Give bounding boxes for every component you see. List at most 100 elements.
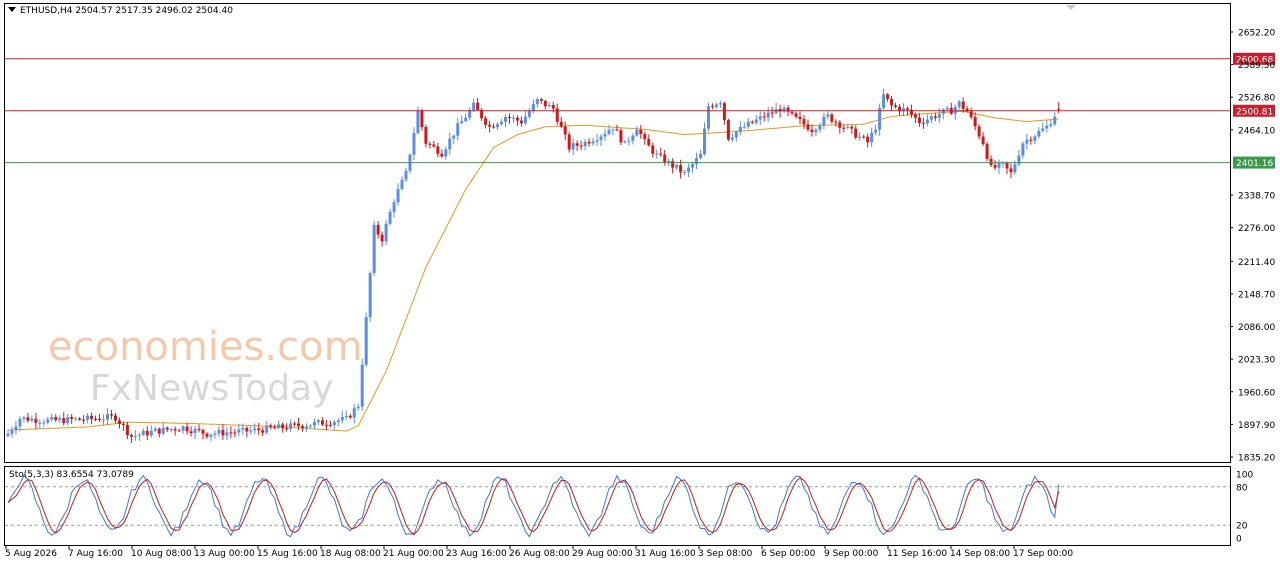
candle-body (233, 432, 237, 434)
candle (953, 104, 957, 120)
price-level-value: 2401.16 (1236, 159, 1273, 169)
candle-body (539, 99, 543, 101)
candle-body (746, 121, 750, 127)
candle-body (826, 114, 830, 117)
candle (289, 419, 293, 432)
candle (1021, 141, 1025, 159)
candle-body (46, 419, 50, 423)
candle (977, 124, 981, 140)
candle-body (945, 107, 949, 110)
candle-body (1013, 164, 1017, 173)
stochastic-d-value: 73.0789 (96, 470, 134, 480)
x-tick-label: 10 Aug 08:00 (131, 549, 192, 559)
candle-body (117, 420, 121, 424)
candle (452, 134, 456, 144)
candle (380, 231, 384, 247)
candle-body (145, 430, 149, 436)
candle (559, 116, 563, 129)
candle (933, 112, 937, 122)
candle-body (149, 430, 153, 436)
candle-body (316, 420, 320, 422)
candle (591, 137, 595, 146)
candle-body (862, 136, 866, 138)
candle-body (579, 145, 583, 147)
candle-body (193, 428, 197, 434)
candle-body (886, 94, 890, 99)
candle (921, 117, 925, 130)
candle-body (607, 130, 611, 134)
candle-body (643, 134, 647, 140)
candle-body (129, 435, 133, 437)
candle (583, 138, 587, 151)
candle (217, 426, 221, 437)
watermark-line1: economies.com (48, 324, 363, 370)
candle-body (547, 104, 551, 107)
candle-body (814, 129, 818, 133)
candle-body (655, 153, 659, 155)
candle (730, 133, 734, 143)
candle-body (209, 434, 213, 437)
candle (846, 124, 850, 130)
candle-body (890, 98, 894, 106)
candle (488, 121, 492, 133)
candle (408, 153, 412, 174)
candle-body (730, 137, 734, 140)
candle (249, 425, 253, 435)
candle (874, 124, 878, 136)
candle (305, 423, 308, 432)
candle-body (221, 429, 225, 436)
candle-body (472, 102, 476, 111)
candle-body (599, 136, 603, 141)
candle-body (348, 415, 352, 418)
candle-body (659, 153, 663, 155)
candle-body (531, 103, 535, 112)
candle-body (846, 126, 850, 128)
candle-body (400, 179, 404, 190)
candle-body (82, 419, 86, 421)
candle (826, 111, 830, 120)
candle (695, 152, 699, 169)
candle (66, 413, 70, 426)
candle (444, 146, 448, 160)
x-tick-label: 9 Sep 00:00 (824, 549, 879, 559)
candle (316, 418, 320, 426)
candle-body (293, 423, 297, 425)
candle-body (1045, 125, 1049, 129)
candle-body (679, 165, 683, 173)
candle (734, 130, 738, 142)
candle (86, 413, 90, 424)
candle-body (699, 154, 703, 159)
candle (420, 108, 424, 131)
candle-body (1009, 168, 1013, 173)
candle-body (22, 417, 26, 419)
candle (368, 271, 372, 322)
open-value: 2504.57 (75, 6, 113, 16)
candle (50, 413, 54, 422)
candle-body (957, 101, 961, 107)
candle (507, 113, 511, 124)
candle-body (587, 141, 591, 144)
candle (360, 358, 364, 411)
candle-body (507, 117, 511, 119)
candle-body (647, 139, 651, 146)
y-tick-label: 1960.60 (1238, 388, 1275, 398)
candle (890, 96, 894, 111)
candle-body (985, 144, 989, 159)
stochastic-y-label: 100 (1236, 471, 1253, 481)
candle (432, 140, 436, 148)
candle-body (476, 102, 480, 110)
candle-body (838, 122, 842, 128)
candle-body (229, 432, 233, 434)
scroll-marker-icon[interactable] (1066, 5, 1076, 10)
candle-body (973, 117, 977, 127)
candle (189, 426, 193, 437)
candle-body (1037, 130, 1041, 137)
candle (384, 220, 388, 246)
candle (141, 428, 145, 436)
caret-down-icon[interactable] (8, 7, 16, 12)
candle (404, 167, 408, 182)
candle (949, 102, 953, 115)
candle-body (10, 430, 14, 434)
candle (6, 429, 10, 438)
candle-body (352, 408, 356, 418)
